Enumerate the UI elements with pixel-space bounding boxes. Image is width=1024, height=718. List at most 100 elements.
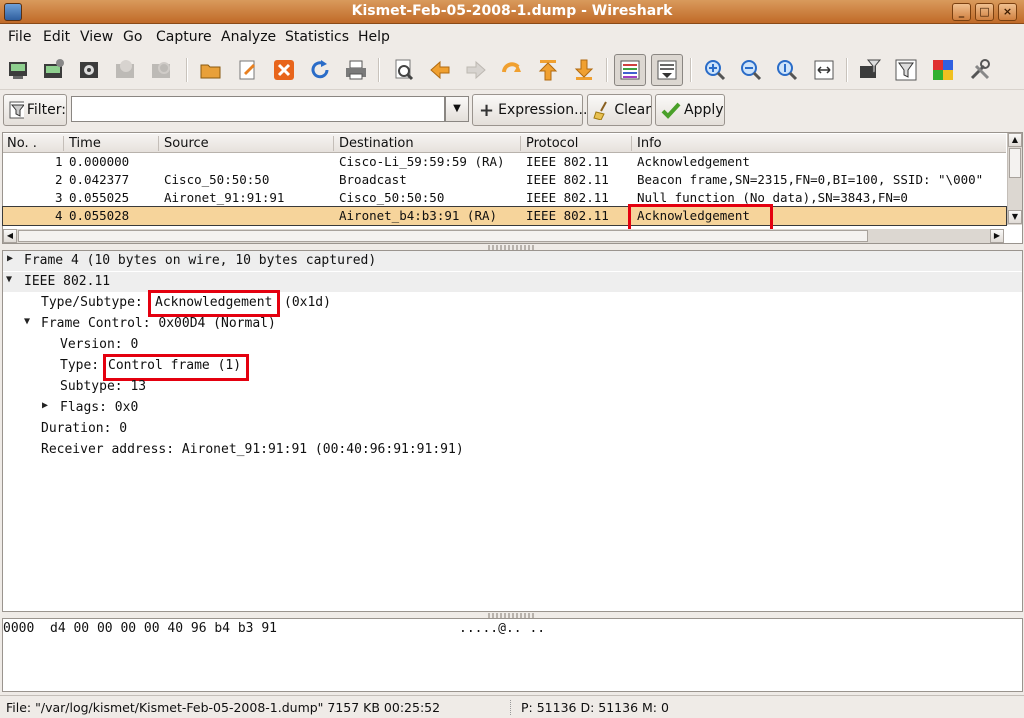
table-row[interactable]: 3 0.055025 Aironet_91:91:91 Cisco_50:50:… [3, 189, 1006, 207]
menu-help[interactable]: Help [358, 29, 390, 45]
print-icon[interactable] [342, 56, 370, 84]
preferences-icon[interactable] [966, 56, 994, 84]
bytes-hex[interactable]: d4 00 00 00 00 40 96 b4 b3 91 [50, 621, 277, 636]
column-separator[interactable] [63, 136, 64, 151]
bytes-ascii[interactable]: .....@.. .. [459, 621, 545, 636]
open-file-icon[interactable] [197, 56, 225, 84]
cell-protocol: IEEE 802.11 [526, 190, 609, 205]
table-row[interactable]: 1 0.000000 Cisco-Li_59:59:59 (RA) IEEE 8… [3, 153, 1006, 171]
plus-icon: + [479, 99, 495, 121]
column-separator[interactable] [520, 136, 521, 151]
find-packet-icon[interactable] [390, 56, 418, 84]
apply-label: Apply [684, 102, 724, 118]
scroll-up-arrow[interactable]: ▲ [1008, 133, 1022, 147]
menu-view[interactable]: View [80, 29, 113, 45]
status-divider[interactable] [510, 700, 512, 715]
cell-no: 3 [55, 190, 63, 205]
menu-file[interactable]: File [8, 29, 31, 45]
go-forward-icon[interactable] [462, 56, 490, 84]
cell-protocol: IEEE 802.11 [526, 154, 609, 169]
packet-list-vertical-scrollbar[interactable]: ▲ ▼ [1007, 133, 1022, 225]
interface-list-icon[interactable] [5, 56, 33, 84]
window-title: Kismet-Feb-05-2008-1.dump - Wireshark [351, 3, 673, 19]
expand-arrow-icon[interactable]: ▶ [7, 253, 13, 264]
column-info[interactable]: Info [637, 136, 662, 151]
scroll-down-arrow[interactable]: ▼ [1008, 210, 1022, 224]
filter-button[interactable]: Filter: [3, 94, 67, 126]
status-bar: File: "/var/log/kismet/Kismet-Feb-05-200… [0, 695, 1024, 718]
collapse-arrow-icon[interactable]: ▼ [6, 274, 12, 285]
zoom-normal-icon[interactable] [773, 56, 801, 84]
toolbar-separator [846, 58, 848, 82]
column-separator[interactable] [631, 136, 632, 151]
scroll-thumb[interactable] [1009, 148, 1021, 178]
clear-button[interactable]: Clear [587, 94, 652, 126]
tree-row-frame-control[interactable]: ▼ Frame Control: 0x00D4 (Normal) [3, 314, 1022, 334]
coloring-rules-icon[interactable] [929, 56, 957, 84]
zoom-in-icon[interactable] [701, 56, 729, 84]
column-protocol[interactable]: Protocol [526, 136, 578, 151]
column-no[interactable]: No. . [7, 136, 37, 151]
clear-label: Clear [614, 102, 651, 118]
filter-history-dropdown[interactable]: ▼ [445, 96, 469, 122]
tree-row-version[interactable]: Version: 0 [3, 335, 1022, 355]
status-packet-counts: P: 51136 D: 51136 M: 0 [521, 700, 669, 715]
restart-capture-icon[interactable] [148, 56, 176, 84]
zoom-out-icon[interactable] [737, 56, 765, 84]
table-row[interactable]: 2 0.042377 Cisco_50:50:50 Broadcast IEEE… [3, 171, 1006, 189]
close-window-button[interactable]: × [998, 3, 1017, 21]
menu-statistics[interactable]: Statistics [285, 29, 349, 45]
maximize-button[interactable]: □ [975, 3, 994, 21]
tree-row-flags[interactable]: ▶ Flags: 0x0 [3, 398, 1022, 418]
collapse-arrow-icon[interactable]: ▼ [24, 316, 30, 327]
display-filters-icon[interactable] [892, 56, 920, 84]
tree-row-frame[interactable]: ▶ Frame 4 (10 bytes on wire, 10 bytes ca… [3, 251, 1022, 271]
go-back-icon[interactable] [426, 56, 454, 84]
menu-go[interactable]: Go [123, 29, 142, 45]
menu-capture[interactable]: Capture [156, 29, 212, 45]
edit-file-icon[interactable] [234, 56, 262, 84]
auto-scroll-icon[interactable] [651, 54, 683, 86]
scroll-right-arrow[interactable]: ▶ [990, 229, 1004, 243]
start-capture-icon[interactable] [76, 56, 104, 84]
tree-row-ieee[interactable]: ▼ IEEE 802.11 [3, 272, 1022, 292]
column-destination[interactable]: Destination [339, 136, 414, 151]
tree-row-duration[interactable]: Duration: 0 [3, 419, 1022, 439]
column-source[interactable]: Source [164, 136, 209, 151]
menu-analyze[interactable]: Analyze [221, 29, 276, 45]
go-to-packet-icon[interactable] [498, 56, 526, 84]
packet-list-horizontal-scrollbar[interactable]: ◀ ▶ [3, 229, 1004, 243]
scroll-left-arrow[interactable]: ◀ [3, 229, 17, 243]
scroll-thumb[interactable] [18, 230, 868, 242]
expression-button[interactable]: + Expression... [472, 94, 587, 126]
reload-icon[interactable] [306, 56, 334, 84]
stop-capture-icon[interactable] [112, 56, 140, 84]
tree-text: Frame Control: 0x00D4 (Normal) [41, 316, 276, 331]
minimize-button[interactable]: _ [952, 3, 971, 21]
capture-filters-icon[interactable] [856, 56, 884, 84]
tree-label: Type/Subtype: [41, 295, 143, 310]
menu-bar: File Edit View Go Capture Analyze Statis… [0, 25, 1024, 49]
column-separator[interactable] [333, 136, 334, 151]
menu-edit[interactable]: Edit [43, 29, 70, 45]
last-packet-icon[interactable] [570, 56, 598, 84]
capture-options-icon[interactable] [40, 56, 68, 84]
colorize-icon[interactable] [614, 54, 646, 86]
first-packet-icon[interactable] [534, 56, 562, 84]
cell-protocol: IEEE 802.11 [526, 172, 609, 187]
display-filter-input[interactable] [71, 96, 445, 122]
column-time[interactable]: Time [69, 136, 101, 151]
cell-destination: Broadcast [339, 172, 407, 187]
table-row-selected[interactable]: 4 0.055028 Aironet_b4:b3:91 (RA) IEEE 80… [2, 206, 1007, 226]
column-separator[interactable] [158, 136, 159, 151]
resize-columns-icon[interactable] [810, 56, 838, 84]
expand-arrow-icon[interactable]: ▶ [42, 400, 48, 411]
apply-button[interactable]: Apply [655, 94, 725, 126]
tree-row-receiver[interactable]: Receiver address: Aironet_91:91:91 (00:4… [3, 440, 1022, 460]
close-file-icon[interactable] [270, 56, 298, 84]
tree-row-subtype[interactable]: Subtype: 13 [3, 377, 1022, 397]
cell-time: 0.055025 [69, 190, 130, 205]
tree-text: Subtype: 13 [60, 379, 147, 394]
cell-source: Aironet_91:91:91 [164, 190, 285, 205]
cell-info: Beacon frame,SN=2315,FN=0,BI=100, SSID: … [637, 172, 984, 187]
